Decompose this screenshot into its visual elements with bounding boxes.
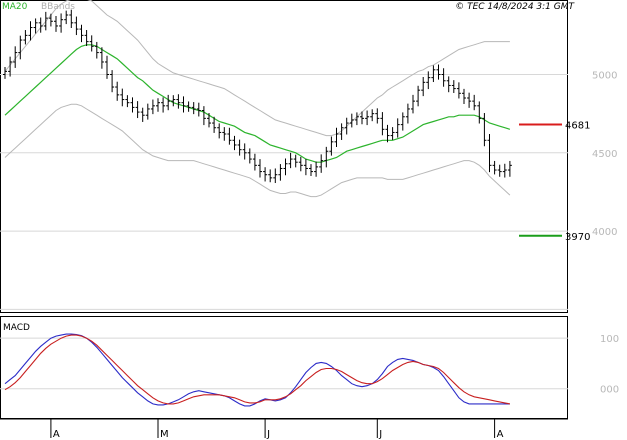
month-label: A [497, 429, 504, 440]
macd-panel-frame [0, 316, 568, 419]
legend-ma-label: MA20 [2, 2, 28, 12]
month-label: J [378, 429, 382, 440]
macd-title: MACD [3, 323, 30, 333]
technical-chart: 4681 3970 5000 4500 4000 100 000 A M J J A MA20 BB… [0, 0, 619, 440]
price-tick-label: 4000 [592, 227, 617, 238]
macd-tick-label: 100 [600, 334, 619, 345]
price-tick-label: 5000 [592, 71, 617, 82]
price-tick-label: 4500 [592, 149, 617, 160]
copyright-text: © TEC 14/8/2024 3:1 GMT [455, 2, 575, 12]
month-label: J [266, 429, 270, 440]
month-label: A [53, 429, 60, 440]
legend-bbands-label: BBands [41, 2, 75, 12]
support-level-label: 3970 [565, 232, 590, 243]
month-label: M [160, 429, 169, 440]
macd-tick-label: 000 [600, 385, 619, 396]
resistance-level-label: 4681 [565, 120, 590, 131]
price-panel-frame [0, 0, 568, 313]
